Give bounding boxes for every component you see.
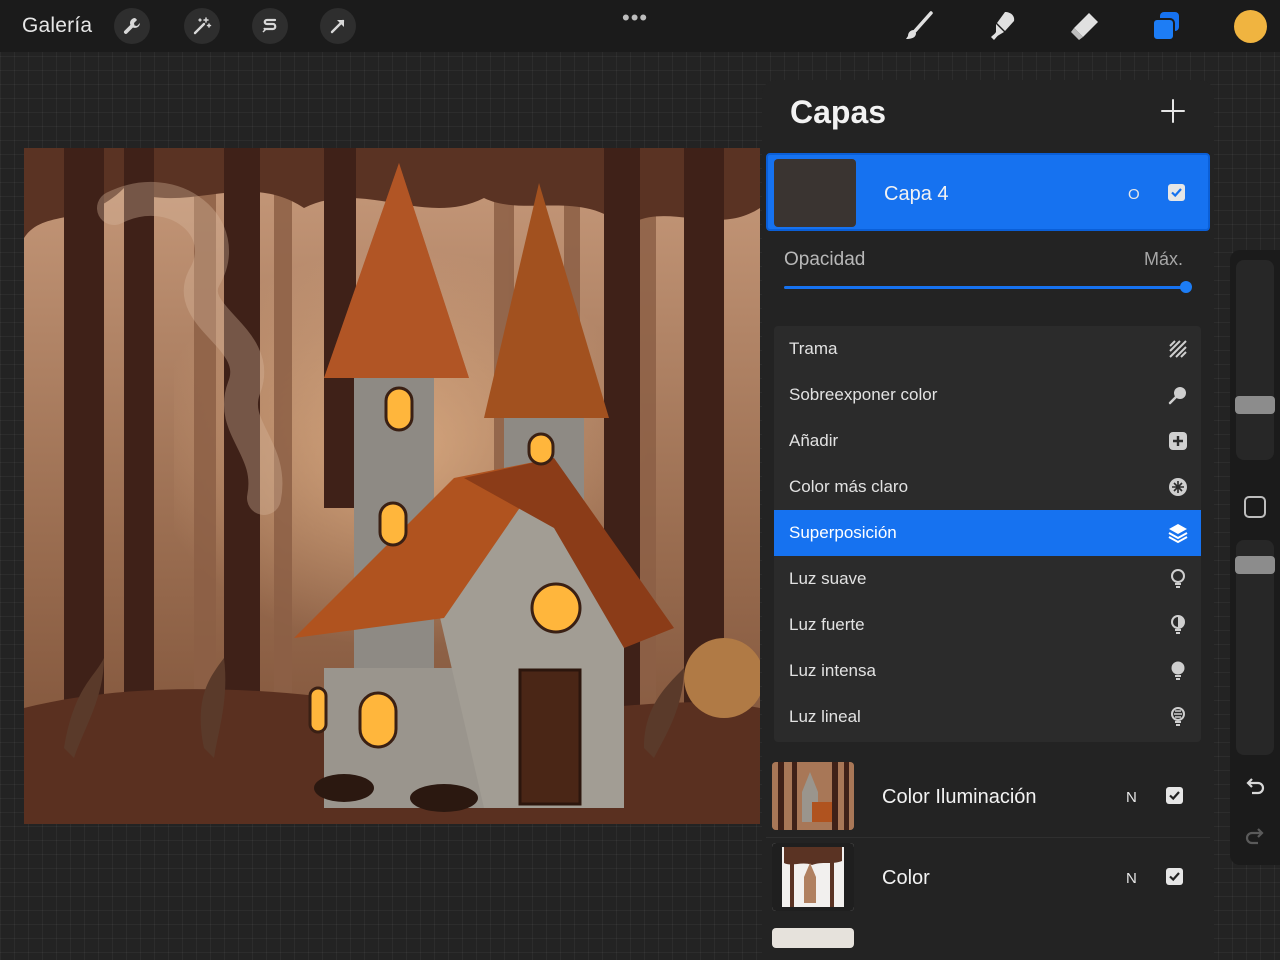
blend-mode-item[interactable]: Luz intensa: [774, 648, 1201, 694]
layer-blend-mode-button[interactable]: O: [1128, 186, 1140, 203]
layer-name: Color Iluminación: [882, 786, 1037, 808]
blend-mode-item[interactable]: Luz lineal: [774, 694, 1201, 740]
opacity-label: Opacidad: [784, 249, 866, 270]
redo-icon[interactable]: [1243, 824, 1267, 848]
blend-mode-label: Luz suave: [789, 569, 867, 588]
blend-mode-label: Superposición: [789, 523, 897, 542]
layer-visibility-checkbox[interactable]: [1166, 787, 1183, 804]
blend-mode-item-selected[interactable]: Superposición: [774, 510, 1201, 556]
transform-arrow-icon[interactable]: [320, 8, 356, 44]
lighter-color-icon: [1169, 478, 1187, 496]
layer-name: Capa 4: [884, 183, 949, 205]
blend-mode-item[interactable]: Luz suave: [774, 556, 1201, 602]
layer-row-active[interactable]: Capa 4 O: [766, 153, 1210, 231]
brush-sliders-sidebar: [1230, 250, 1280, 865]
layer-row[interactable]: Color N: [766, 839, 1210, 917]
smudge-icon[interactable]: [984, 8, 1020, 44]
layers-panel-title: Capas: [790, 94, 887, 130]
overlay-layers-icon: [1168, 524, 1188, 544]
layer-row[interactable]: Color Iluminación N: [766, 758, 1210, 836]
layer-divider: [766, 837, 1210, 838]
add-icon: [1169, 432, 1187, 450]
brush-opacity-slider[interactable]: [1235, 540, 1275, 755]
pattern-icon: [1169, 340, 1187, 358]
layer-visibility-checkbox[interactable]: [1168, 184, 1185, 201]
dodge-icon: [1168, 387, 1186, 405]
top-toolbar: Galería •••: [0, 0, 1280, 52]
blend-mode-label: Luz fuerte: [789, 615, 865, 634]
layer-blend-mode-button[interactable]: N: [1126, 789, 1137, 806]
color-picker-swatch[interactable]: [1234, 10, 1267, 43]
drawing-canvas[interactable]: [24, 148, 760, 824]
blend-mode-label: Luz lineal: [789, 707, 861, 726]
gallery-button[interactable]: Galería: [22, 14, 92, 38]
layer-thumbnail: [772, 762, 854, 830]
layers-icon[interactable]: [1148, 8, 1184, 44]
opacity-slider-knob[interactable]: [1180, 281, 1192, 293]
layer-thumbnail: [772, 843, 854, 911]
blend-mode-item[interactable]: Color más claro: [774, 464, 1201, 510]
blend-mode-item[interactable]: Añadir: [774, 418, 1201, 464]
blend-mode-label: Trama: [789, 339, 838, 358]
selection-icon[interactable]: [252, 8, 288, 44]
eraser-icon[interactable]: [1066, 8, 1102, 44]
more-options-icon[interactable]: •••: [622, 5, 648, 31]
artwork-illustration: [24, 148, 760, 824]
brush-size-slider[interactable]: [1235, 260, 1275, 460]
layer-visibility-checkbox[interactable]: [1166, 868, 1183, 885]
layers-panel: Capas Capa 4 O Opacidad Máx. Trama Sobre…: [762, 80, 1214, 960]
linear-light-icon: [1171, 707, 1185, 726]
layer-name: Color: [882, 867, 930, 889]
brush-size-thumb[interactable]: [1235, 396, 1275, 414]
blend-mode-item[interactable]: Luz fuerte: [774, 602, 1201, 648]
blend-mode-label: Sobreexponer color: [789, 385, 938, 404]
layer-thumbnail: [772, 928, 854, 948]
blend-mode-label: Luz intensa: [789, 661, 876, 680]
opacity-value: Máx.: [1144, 249, 1184, 269]
blend-mode-item[interactable]: Trama: [774, 326, 1201, 372]
undo-icon[interactable]: [1243, 774, 1267, 798]
add-layer-icon[interactable]: [1158, 96, 1188, 126]
soft-light-icon: [1171, 569, 1185, 588]
magic-wand-icon[interactable]: [184, 8, 220, 44]
brush-opacity-thumb[interactable]: [1235, 556, 1275, 574]
blend-mode-label: Color más claro: [789, 477, 909, 496]
layer-thumbnail: [774, 159, 856, 227]
blend-mode-item[interactable]: Sobreexponer color: [774, 372, 1201, 418]
hard-light-icon: [1171, 615, 1185, 634]
blend-mode-list[interactable]: Trama Sobreexponer color Añadir Color má…: [774, 326, 1201, 742]
blend-mode-label: Añadir: [789, 431, 839, 450]
layer-row-partial[interactable]: [766, 924, 1210, 960]
opacity-slider[interactable]: [784, 286, 1186, 289]
eyedropper-square-icon[interactable]: [1244, 496, 1266, 518]
brush-icon[interactable]: [902, 8, 938, 44]
vivid-light-icon: [1171, 661, 1185, 680]
wrench-icon[interactable]: [114, 8, 150, 44]
layer-blend-mode-button[interactable]: N: [1126, 870, 1137, 887]
